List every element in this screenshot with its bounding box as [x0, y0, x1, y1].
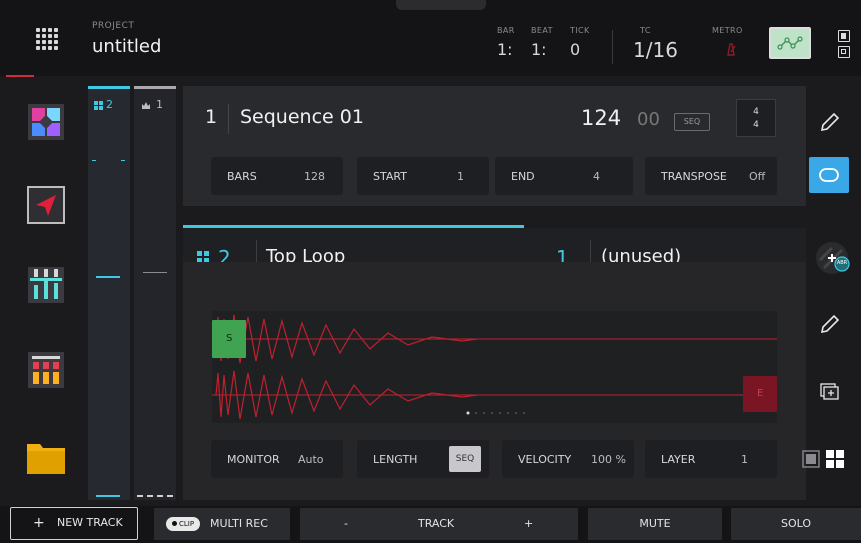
active-tab-indicator — [183, 225, 524, 228]
solo-button[interactable]: SOLO — [731, 508, 861, 540]
metro-label: METRO — [712, 26, 743, 35]
end-marker[interactable]: E — [743, 376, 777, 412]
abr-badge: ABR — [836, 260, 848, 266]
loop-icon — [819, 168, 839, 182]
track-column-2[interactable]: 2 — [88, 86, 130, 500]
track-mixer-icon[interactable] — [26, 350, 66, 390]
plus-icon: + — [33, 515, 45, 531]
mixer-icon[interactable] — [26, 265, 66, 305]
active-indicator — [6, 75, 34, 77]
track-selector[interactable]: - TRACK + — [300, 508, 578, 540]
top-handle[interactable] — [396, 0, 486, 10]
beat-label: BEAT — [531, 26, 553, 35]
start-field[interactable]: START 1 — [357, 157, 489, 195]
header-divider — [612, 30, 613, 64]
metronome-icon[interactable] — [725, 42, 737, 56]
drum-grid-icon — [94, 101, 103, 110]
waveform — [212, 314, 777, 420]
project-label: PROJECT — [92, 21, 135, 31]
multi-rec-button[interactable]: CLIP MULTI REC — [154, 508, 290, 540]
main-menu-icon[interactable] — [36, 28, 64, 50]
pad-mode-icon[interactable] — [26, 102, 66, 142]
tc-label: TC — [640, 26, 651, 35]
tempo-value[interactable]: 124 — [581, 106, 621, 130]
time-signature[interactable]: 4 4 — [736, 99, 776, 137]
track-column-2-label: 2 — [106, 98, 113, 111]
mute-button[interactable]: MUTE — [588, 508, 722, 540]
new-track-button[interactable]: + NEW TRACK — [10, 507, 138, 540]
record-view-icon[interactable] — [838, 46, 850, 58]
bar-value[interactable]: 1: — [497, 40, 513, 59]
end-field[interactable]: END 4 — [495, 157, 633, 195]
length-seq-tag: SEQ — [449, 446, 481, 472]
velocity-field[interactable]: VELOCITY 100 % — [502, 440, 634, 478]
time-signature-bottom: 4 — [753, 120, 759, 130]
edit-pencil-icon[interactable] — [812, 308, 846, 342]
edit-pencil-icon[interactable] — [812, 106, 846, 140]
tempo-decimal[interactable]: 00 — [637, 109, 660, 130]
add-icon — [816, 242, 850, 274]
keygroup-icon — [142, 102, 150, 109]
add-clip-button[interactable]: ABR — [812, 238, 852, 278]
track-next-button[interactable]: + — [524, 508, 533, 540]
clip-tag: CLIP — [166, 517, 200, 531]
monitor-field[interactable]: MONITOR Auto — [211, 440, 343, 478]
single-view-icon[interactable] — [802, 450, 820, 468]
tempo-source-tag[interactable]: SEQ — [674, 113, 710, 131]
loop-button[interactable] — [809, 157, 849, 193]
beat-value[interactable]: 1: — [531, 40, 547, 59]
length-field[interactable]: LENGTH SEQ — [357, 440, 489, 478]
browse-arrow-icon[interactable] — [26, 185, 66, 225]
sequence-number[interactable]: 1 — [205, 106, 217, 128]
add-layer-icon[interactable] — [812, 375, 846, 409]
track-prev-button[interactable]: - — [344, 508, 348, 540]
tick-label: TICK — [570, 26, 590, 35]
tick-value[interactable]: 0 — [570, 40, 580, 59]
track-column-1[interactable]: 1 — [134, 86, 176, 500]
window-icon[interactable] — [838, 30, 850, 42]
tc-value[interactable]: 1/16 — [633, 38, 678, 62]
grid-view-icon[interactable] — [826, 450, 844, 468]
automation-icon — [777, 36, 803, 50]
transpose-field[interactable]: TRANSPOSE Off — [645, 157, 777, 195]
sequence-name[interactable]: Sequence 01 — [240, 106, 364, 128]
bars-field[interactable]: BARS 128 — [211, 157, 343, 195]
start-marker[interactable]: S — [212, 320, 246, 358]
automation-button[interactable] — [769, 27, 811, 59]
layer-field[interactable]: LAYER 1 — [645, 440, 777, 478]
folder-icon[interactable] — [26, 438, 66, 478]
time-signature-top: 4 — [753, 107, 759, 117]
project-name[interactable]: untitled — [92, 36, 161, 57]
track-column-1-label: 1 — [156, 98, 163, 111]
bar-label: BAR — [497, 26, 515, 35]
